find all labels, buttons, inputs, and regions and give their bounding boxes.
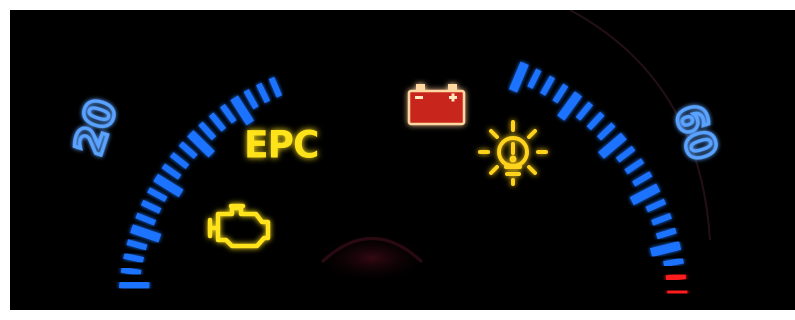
dial-tick	[198, 121, 217, 141]
dial-tick	[632, 171, 653, 187]
dial-tick	[169, 152, 190, 170]
dial-tick	[596, 122, 616, 141]
dial-tick	[575, 101, 594, 121]
dial-tick	[118, 279, 150, 292]
instrument-cluster: 20 60	[64, 10, 727, 296]
dial-tick	[135, 212, 157, 226]
redline-tick	[665, 272, 687, 282]
dial-tick	[208, 112, 227, 132]
dial-tick	[120, 266, 142, 276]
dial-tick	[586, 111, 605, 131]
dial-tick	[268, 76, 283, 98]
dial-tick	[645, 198, 667, 213]
dial-tick	[256, 82, 271, 104]
dial-tick	[130, 224, 162, 243]
dial-tick	[539, 75, 556, 96]
dial-tick	[219, 103, 237, 124]
right-dial-ticks	[508, 61, 688, 296]
dial-tick	[651, 212, 672, 226]
dial-tick	[178, 141, 198, 160]
dial-tick	[126, 239, 148, 251]
left-dial-ticks	[118, 76, 283, 292]
dial-tick	[598, 132, 627, 159]
epc-warning-light: EPC	[244, 123, 319, 167]
dial-tick	[557, 91, 583, 121]
redline-tick	[667, 288, 688, 296]
dial-tick	[243, 89, 259, 110]
dial-tick	[153, 173, 184, 198]
dial-tick	[527, 68, 542, 90]
dial-tick	[663, 257, 684, 268]
check-engine-icon	[207, 203, 271, 249]
dial-tick	[552, 83, 569, 104]
dial-tick	[615, 145, 636, 163]
dial-tick	[147, 187, 168, 203]
dial-tick	[508, 61, 529, 93]
dial-tick	[649, 241, 682, 257]
dial-tick	[140, 199, 162, 214]
dial-tick	[230, 95, 255, 126]
dial-tick	[161, 163, 182, 180]
left-dial-number: 20	[66, 94, 127, 161]
battery-warning-icon	[407, 84, 466, 126]
dial-tick	[624, 158, 645, 175]
dial-tick	[123, 252, 145, 264]
dashboard-photo: 20 60 EPC	[10, 10, 795, 310]
dial-tick	[655, 227, 677, 240]
dial-tick	[629, 183, 661, 206]
bulb-failure-warning-icon	[478, 120, 548, 186]
